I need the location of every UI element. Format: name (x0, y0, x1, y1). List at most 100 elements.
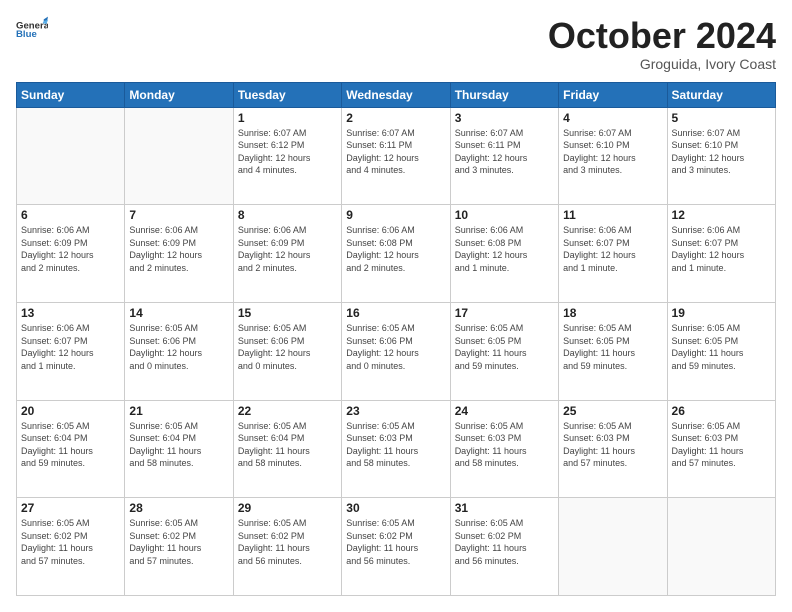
day-cell-22: 22 Sunrise: 6:05 AM Sunset: 6:04 PM Dayli… (233, 400, 341, 498)
day-cell-25: 25 Sunrise: 6:05 AM Sunset: 6:03 PM Dayli… (559, 400, 667, 498)
day-cell-10: 10 Sunrise: 6:06 AM Sunset: 6:08 PM Dayli… (450, 205, 558, 303)
col-header-monday: Monday (125, 82, 233, 107)
day-number: 27 (21, 501, 120, 515)
day-cell-28: 28 Sunrise: 6:05 AM Sunset: 6:02 PM Dayli… (125, 498, 233, 596)
day-info: Sunrise: 6:05 AM Sunset: 6:03 PM Dayligh… (563, 420, 662, 470)
day-cell-15: 15 Sunrise: 6:05 AM Sunset: 6:06 PM Dayli… (233, 302, 341, 400)
day-info: Sunrise: 6:05 AM Sunset: 6:02 PM Dayligh… (129, 517, 228, 567)
calendar-table: SundayMondayTuesdayWednesdayThursdayFrid… (16, 82, 776, 596)
svg-text:Blue: Blue (16, 29, 37, 40)
day-cell-3: 3Sunrise: 6:07 AM Sunset: 6:11 PM Daylig… (450, 107, 558, 205)
day-cell-16: 16Sunrise: 6:05 AM Sunset: 6:06 PM Dayli… (342, 302, 450, 400)
day-cell-1: 1Sunrise: 6:07 AM Sunset: 6:12 PM Daylig… (233, 107, 341, 205)
day-cell-31: 31Sunrise: 6:05 AM Sunset: 6:02 PM Dayli… (450, 498, 558, 596)
day-number: 28 (129, 501, 228, 515)
day-number: 21 (129, 404, 228, 418)
day-info: Sunrise: 6:06 AM Sunset: 6:09 PM Dayligh… (21, 224, 120, 274)
day-info: Sunrise: 6:05 AM Sunset: 6:02 PM Dayligh… (238, 517, 337, 567)
day-number: 6 (21, 208, 120, 222)
day-number: 25 (563, 404, 662, 418)
day-number: 12 (672, 208, 771, 222)
col-header-tuesday: Tuesday (233, 82, 341, 107)
day-info: Sunrise: 6:05 AM Sunset: 6:06 PM Dayligh… (129, 322, 228, 372)
day-cell-4: 4 Sunrise: 6:07 AM Sunset: 6:10 PM Daylig… (559, 107, 667, 205)
month-title: October 2024 (548, 16, 776, 56)
day-info: Sunrise: 6:05 AM Sunset: 6:03 PM Dayligh… (672, 420, 771, 470)
day-cell-29: 29 Sunrise: 6:05 AM Sunset: 6:02 PM Dayli… (233, 498, 341, 596)
day-cell-18: 18Sunrise: 6:05 AM Sunset: 6:05 PM Dayli… (559, 302, 667, 400)
day-number: 20 (21, 404, 120, 418)
empty-cell (125, 107, 233, 205)
day-number: 10 (455, 208, 554, 222)
day-cell-8: 8 Sunrise: 6:06 AM Sunset: 6:09 PM Daylig… (233, 205, 341, 303)
empty-cell (667, 498, 775, 596)
day-info: Sunrise: 6:06 AM Sunset: 6:09 PM Dayligh… (129, 224, 228, 274)
calendar-week-3: 13 Sunrise: 6:06 AM Sunset: 6:07 PM Dayli… (17, 302, 776, 400)
day-info: Sunrise: 6:05 AM Sunset: 6:03 PM Dayligh… (346, 420, 445, 470)
day-info: Sunrise: 6:07 AM Sunset: 6:11 PM Dayligh… (455, 127, 554, 177)
day-number: 15 (238, 306, 337, 320)
day-info: Sunrise: 6:07 AM Sunset: 6:10 PM Dayligh… (563, 127, 662, 177)
empty-cell (17, 107, 125, 205)
day-number: 18 (563, 306, 662, 320)
day-cell-9: 9 Sunrise: 6:06 AM Sunset: 6:08 PM Daylig… (342, 205, 450, 303)
day-info: Sunrise: 6:05 AM Sunset: 6:02 PM Dayligh… (21, 517, 120, 567)
day-number: 24 (455, 404, 554, 418)
day-cell-12: 12 Sunrise: 6:06 AM Sunset: 6:07 PM Dayli… (667, 205, 775, 303)
day-info: Sunrise: 6:05 AM Sunset: 6:05 PM Dayligh… (672, 322, 771, 372)
logo: General Blue (16, 16, 48, 44)
day-info: Sunrise: 6:05 AM Sunset: 6:02 PM Dayligh… (455, 517, 554, 567)
day-cell-19: 19 Sunrise: 6:05 AM Sunset: 6:05 PM Dayli… (667, 302, 775, 400)
day-number: 9 (346, 208, 445, 222)
day-cell-5: 5Sunrise: 6:07 AM Sunset: 6:10 PM Daylig… (667, 107, 775, 205)
day-info: Sunrise: 6:05 AM Sunset: 6:02 PM Dayligh… (346, 517, 445, 567)
day-info: Sunrise: 6:06 AM Sunset: 6:08 PM Dayligh… (455, 224, 554, 274)
day-cell-23: 23Sunrise: 6:05 AM Sunset: 6:03 PM Dayli… (342, 400, 450, 498)
day-cell-27: 27 Sunrise: 6:05 AM Sunset: 6:02 PM Dayli… (17, 498, 125, 596)
day-info: Sunrise: 6:07 AM Sunset: 6:12 PM Dayligh… (238, 127, 337, 177)
day-info: Sunrise: 6:05 AM Sunset: 6:06 PM Dayligh… (238, 322, 337, 372)
calendar-week-4: 20 Sunrise: 6:05 AM Sunset: 6:04 PM Dayli… (17, 400, 776, 498)
day-cell-24: 24 Sunrise: 6:05 AM Sunset: 6:03 PM Dayli… (450, 400, 558, 498)
day-number: 11 (563, 208, 662, 222)
day-info: Sunrise: 6:06 AM Sunset: 6:08 PM Dayligh… (346, 224, 445, 274)
day-info: Sunrise: 6:06 AM Sunset: 6:09 PM Dayligh… (238, 224, 337, 274)
day-info: Sunrise: 6:05 AM Sunset: 6:04 PM Dayligh… (238, 420, 337, 470)
day-number: 13 (21, 306, 120, 320)
logo-icon: General Blue (16, 16, 48, 44)
day-number: 5 (672, 111, 771, 125)
day-cell-13: 13 Sunrise: 6:06 AM Sunset: 6:07 PM Dayli… (17, 302, 125, 400)
day-cell-30: 30 Sunrise: 6:05 AM Sunset: 6:02 PM Dayli… (342, 498, 450, 596)
col-header-friday: Friday (559, 82, 667, 107)
col-header-sunday: Sunday (17, 82, 125, 107)
empty-cell (559, 498, 667, 596)
day-cell-26: 26 Sunrise: 6:05 AM Sunset: 6:03 PM Dayli… (667, 400, 775, 498)
day-info: Sunrise: 6:06 AM Sunset: 6:07 PM Dayligh… (672, 224, 771, 274)
day-info: Sunrise: 6:05 AM Sunset: 6:05 PM Dayligh… (455, 322, 554, 372)
day-number: 7 (129, 208, 228, 222)
day-info: Sunrise: 6:05 AM Sunset: 6:04 PM Dayligh… (21, 420, 120, 470)
page: General Blue October 2024 Groguida, Ivor… (0, 0, 792, 612)
day-cell-6: 6 Sunrise: 6:06 AM Sunset: 6:09 PM Daylig… (17, 205, 125, 303)
day-number: 17 (455, 306, 554, 320)
day-number: 30 (346, 501, 445, 515)
day-number: 19 (672, 306, 771, 320)
day-number: 4 (563, 111, 662, 125)
calendar-week-1: 1Sunrise: 6:07 AM Sunset: 6:12 PM Daylig… (17, 107, 776, 205)
day-cell-11: 11 Sunrise: 6:06 AM Sunset: 6:07 PM Dayli… (559, 205, 667, 303)
day-number: 26 (672, 404, 771, 418)
day-info: Sunrise: 6:06 AM Sunset: 6:07 PM Dayligh… (21, 322, 120, 372)
col-header-thursday: Thursday (450, 82, 558, 107)
day-number: 29 (238, 501, 337, 515)
location-subtitle: Groguida, Ivory Coast (548, 56, 776, 72)
day-info: Sunrise: 6:05 AM Sunset: 6:03 PM Dayligh… (455, 420, 554, 470)
day-info: Sunrise: 6:06 AM Sunset: 6:07 PM Dayligh… (563, 224, 662, 274)
day-cell-21: 21Sunrise: 6:05 AM Sunset: 6:04 PM Dayli… (125, 400, 233, 498)
day-info: Sunrise: 6:05 AM Sunset: 6:06 PM Dayligh… (346, 322, 445, 372)
day-number: 14 (129, 306, 228, 320)
title-block: October 2024 Groguida, Ivory Coast (548, 16, 776, 72)
day-cell-14: 14 Sunrise: 6:05 AM Sunset: 6:06 PM Dayli… (125, 302, 233, 400)
day-number: 8 (238, 208, 337, 222)
day-info: Sunrise: 6:07 AM Sunset: 6:11 PM Dayligh… (346, 127, 445, 177)
day-number: 22 (238, 404, 337, 418)
